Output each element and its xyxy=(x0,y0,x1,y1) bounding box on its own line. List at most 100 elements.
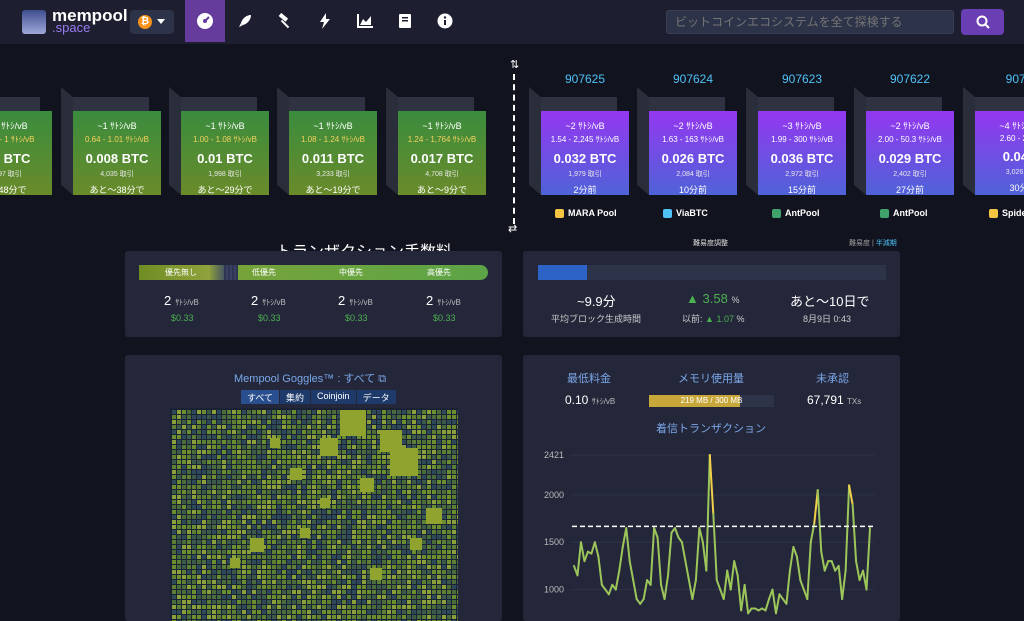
mined-block[interactable]: ~2 ｻﾄｼ/vB 1.54 - 2,245 ｻﾄｼ/vB 0.032 BTC 1,9… xyxy=(529,86,629,195)
tx-tile xyxy=(442,505,446,509)
avg-block-time: ~9.9分 xyxy=(577,294,616,309)
tx-tile xyxy=(332,515,336,519)
nav-lightning[interactable] xyxy=(305,0,345,42)
tx-tile xyxy=(437,550,441,554)
block-height-link[interactable]: 907622 xyxy=(866,72,954,86)
block-height-link[interactable]: 907625 xyxy=(541,72,629,86)
goggles-mempool-blockviz[interactable] xyxy=(170,408,458,621)
tx-tile xyxy=(382,540,386,544)
tx-tile xyxy=(272,610,276,614)
tx-tile xyxy=(372,615,376,619)
nav-about[interactable] xyxy=(425,0,465,42)
goggles-title-text[interactable]: Mempool Goggles™ : すべて xyxy=(234,373,375,385)
tx-tile-large xyxy=(360,478,374,492)
tx-tile xyxy=(407,585,411,589)
series-segment xyxy=(830,560,837,572)
tx-tile xyxy=(432,600,436,604)
mempool-block[interactable]: ~1 ｻﾄｼ/vB0.64 - 1 ｻﾄｼ/vB06 BTC997 取引〜48分… xyxy=(0,97,52,195)
difficulty-tab[interactable]: 難易度 xyxy=(849,240,870,247)
nav-accelerator[interactable] xyxy=(225,0,265,42)
tx-tile xyxy=(452,585,456,589)
halving-tab[interactable]: 半減期 xyxy=(876,240,897,247)
mining-pool[interactable]: ViaBTC xyxy=(663,208,708,218)
tx-tile xyxy=(322,580,326,584)
tx-tile xyxy=(342,520,346,524)
series-segment xyxy=(593,541,600,558)
search-input[interactable] xyxy=(666,10,954,34)
tx-tile xyxy=(257,425,261,429)
block-height-link[interactable]: 9076 xyxy=(975,72,1024,86)
external-link-icon[interactable]: ⧉ xyxy=(378,373,386,385)
goggles-filter-0[interactable]: すべて xyxy=(241,390,280,404)
tx-tile xyxy=(297,555,301,559)
tx-tile xyxy=(277,585,281,589)
mining-pool[interactable]: AntPool xyxy=(880,208,928,218)
chevron-down-icon xyxy=(157,19,165,24)
tx-tile xyxy=(192,500,196,504)
tx-tile xyxy=(432,525,436,529)
mined-block[interactable]: ~4 ｻﾄｼ/vB2.60 - 2,240.0423,026 取30分 xyxy=(963,86,1024,195)
tx-tile xyxy=(287,515,291,519)
mempool-block[interactable]: ~1 ｻﾄｼ/vB 1.00 - 1.08 ｻﾄｼ/vB 0.01 BTC 1,998… xyxy=(169,86,269,195)
fee-tier-label: 低優先 xyxy=(252,268,276,277)
fee-tier-label: 中優先 xyxy=(339,268,363,277)
block-height-link[interactable]: 907624 xyxy=(649,72,737,86)
goggles-filter-2[interactable]: Coinjoin xyxy=(311,390,356,404)
mining-pool[interactable]: MARA Pool xyxy=(555,208,617,218)
tx-tile xyxy=(212,600,216,604)
goggles-filter-1[interactable]: 集約 xyxy=(280,390,311,404)
mined-block[interactable]: ~2 ｻﾄｼ/vB 2.00 - 50.3 ｻﾄｼ/vB 0.029 BTC 2,40… xyxy=(854,86,954,195)
tx-tile xyxy=(242,470,246,474)
tx-tile xyxy=(192,420,196,424)
tx-tile xyxy=(212,580,216,584)
mempool-block[interactable]: ~1 ｻﾄｼ/vB 0.64 - 1.01 ｻﾄｼ/vB 0.008 BTC 4,03… xyxy=(61,86,161,195)
tx-tile xyxy=(257,605,261,609)
nav-graphs[interactable] xyxy=(345,0,385,42)
tx-tile xyxy=(442,475,446,479)
tx-tile xyxy=(402,520,406,524)
tx-tile xyxy=(397,535,401,539)
tx-tile xyxy=(302,485,306,489)
tx-tile xyxy=(412,550,416,554)
fee-tier-unit: ｻﾄｼ/vB xyxy=(175,298,199,307)
tx-tile xyxy=(267,560,271,564)
goggles-title[interactable]: Mempool Goggles™ : すべて ⧉ xyxy=(234,370,386,386)
mempool-logo-icon[interactable] xyxy=(22,10,46,34)
goggles-filter-3[interactable]: データ xyxy=(356,390,396,404)
tx-tile xyxy=(217,495,221,499)
tx-tile xyxy=(242,600,246,604)
tx-tile xyxy=(432,540,436,544)
tx-tile xyxy=(217,540,221,544)
tx-tile xyxy=(317,565,321,569)
mined-block[interactable]: ~3 ｻﾄｼ/vB 1.99 - 300 ｻﾄｼ/vB 0.036 BTC 2,972… xyxy=(746,86,846,195)
swap-arrow-icon[interactable]: ⇄ xyxy=(508,222,517,235)
mempool-block[interactable]: ~1 ｻﾄｼ/vB 1.08 - 1.24 ｻﾄｼ/vB 0.011 BTC 3,23… xyxy=(277,86,377,195)
tx-tile xyxy=(252,510,256,514)
tx-tile xyxy=(222,490,226,494)
tx-tile xyxy=(362,610,366,614)
incoming-tx-chart[interactable]: 2421200015001000 xyxy=(530,440,890,621)
difficulty-toggle[interactable]: 難易度 | 半減期 xyxy=(849,238,897,248)
tx-tile xyxy=(282,415,286,419)
tx-tile xyxy=(177,515,181,519)
nav-dashboard[interactable] xyxy=(185,0,225,42)
tx-tile xyxy=(177,605,181,609)
block-height-link[interactable]: 907623 xyxy=(758,72,846,86)
mempool-block[interactable]: ~1 ｻﾄｼ/vB 1.24 - 1,764 ｻﾄｼ/vB 0.017 BTC 4,7… xyxy=(386,86,486,195)
search-button[interactable] xyxy=(961,9,1004,35)
nav-mining[interactable] xyxy=(265,0,305,42)
mining-pool[interactable]: AntPool xyxy=(772,208,820,218)
logo-subtext[interactable]: .space xyxy=(52,20,90,35)
tx-tile xyxy=(392,505,396,509)
tx-tile xyxy=(212,500,216,504)
tx-tile xyxy=(432,550,436,554)
mined-block[interactable]: ~2 ｻﾄｼ/vB 1.63 - 163 ｻﾄｼ/vB 0.026 BTC 2,084… xyxy=(637,86,737,195)
tx-tile xyxy=(247,495,251,499)
tx-tile xyxy=(382,530,386,534)
mining-pool[interactable]: Spide xyxy=(989,208,1024,218)
nav-docs[interactable] xyxy=(385,0,425,42)
tx-tile xyxy=(412,575,416,579)
tx-tile xyxy=(347,500,351,504)
network-selector[interactable]: ₿ xyxy=(130,10,174,34)
swap-arrow-icon[interactable]: ⇅ xyxy=(510,58,519,71)
